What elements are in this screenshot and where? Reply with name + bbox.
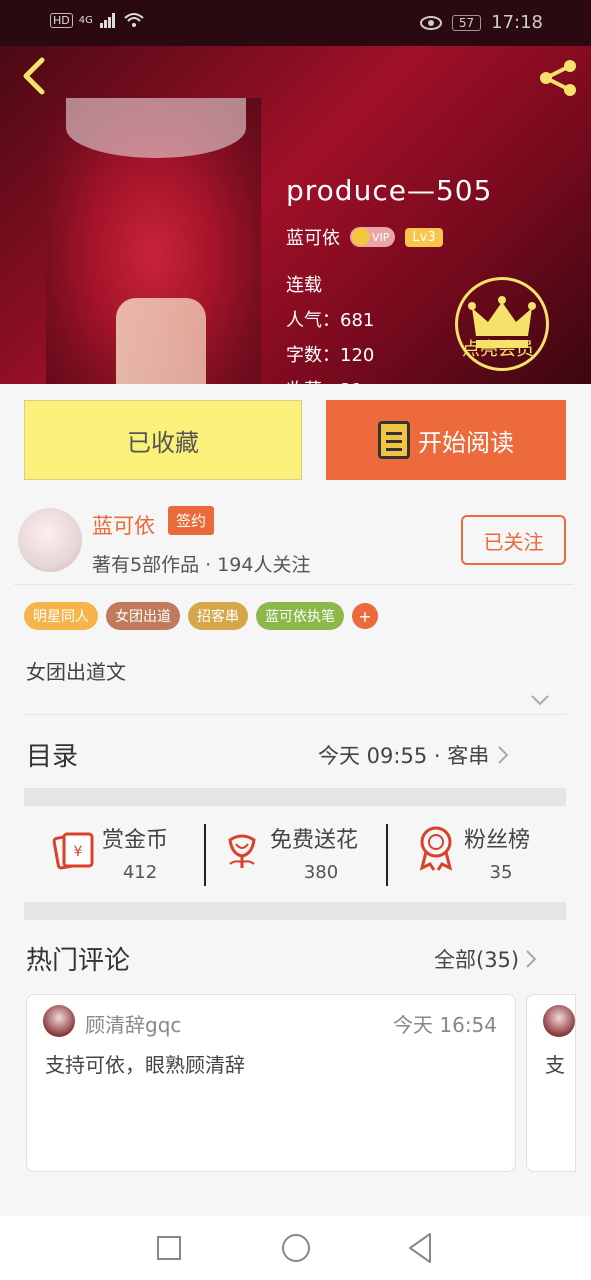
support-stats: ¥ 赏金币 412 免费送花 380 粉丝榜 35 [24,806,566,886]
vip-badge: VIP [350,227,396,247]
eye-icon [419,15,442,30]
author-meta: 著有5部作品 · 194人关注 [92,554,311,576]
book-favorites: 收藏：21 [286,376,363,384]
comment-card[interactable]: 支 [526,994,576,1172]
follow-button[interactable]: 已关注 [461,515,566,565]
book-word-count: 字数：120 [286,345,375,366]
main-content: 已收藏 开始阅读 蓝可依 签约 著有5部作品 · 194人关注 已关注 明星同人… [0,384,591,1216]
book-icon [378,421,410,459]
book-popularity: 人气：681 [286,310,375,331]
tag-item[interactable]: 明星同人 [24,602,98,630]
book-author[interactable]: 蓝可依 [286,224,340,250]
clock: 17:18 [491,12,543,33]
chevron-left-icon[interactable] [16,56,56,96]
author-avatar[interactable] [18,508,82,572]
tag-item[interactable]: 蓝可依执笔 [256,602,344,630]
vip-label: VIP [372,230,390,244]
medal-icon [419,826,453,871]
status-bar: HD 4G 57 17:18 [0,0,591,46]
toc-latest-update[interactable]: 今天 09:55 · 客串 [318,740,509,770]
signed-badge: 签约 [168,506,215,535]
network-indicator: 4G [78,14,93,26]
crown-icon [352,228,370,246]
level-badge: Lv3 [405,227,443,247]
signal-icon [99,13,115,28]
hd-indicator: HD [50,12,73,28]
cover-art-figure [116,298,206,384]
start-reading-button[interactable]: 开始阅读 [326,400,566,480]
chevron-down-icon[interactable] [530,690,550,710]
stat-value: 35 [489,862,513,883]
stat-label: 赏金币 [102,828,169,853]
stat-label: 粉丝榜 [464,828,531,853]
toc-title[interactable]: 目录 [26,736,78,773]
toc-update-text: 今天 09:55 · 客串 [318,744,490,768]
stat-value: 380 [303,862,339,883]
system-nav-bar [0,1216,591,1280]
divider [24,714,566,715]
fan-ranking-button[interactable]: 粉丝榜 35 [388,806,566,884]
section-separator [24,788,566,806]
favorited-button[interactable]: 已收藏 [24,400,302,480]
comment-text: 支持可依，眼熟顾清辞 [45,1053,245,1077]
commenter-name[interactable]: 顾清辞gqc [85,1009,181,1038]
commenter-avatar[interactable] [543,1005,575,1037]
tag-item[interactable]: 女团出道 [106,602,180,630]
red-envelope-icon: ¥ [52,832,94,870]
hot-comments-title: 热门评论 [26,946,131,976]
comment-card[interactable]: 顾清辞gqc 今天 16:54 支持可依，眼熟顾清辞 [26,994,516,1172]
author-name[interactable]: 蓝可依 [92,510,155,540]
wifi-icon [124,13,144,27]
flower-icon [228,834,256,868]
chevron-right-icon [498,746,509,764]
battery-indicator: 57 [451,14,482,31]
stat-label: 免费送花 [270,828,359,853]
stat-value: 412 [122,862,158,883]
member-cta[interactable]: 点亮会员 [462,335,534,361]
tag-item[interactable]: 招客串 [188,602,248,630]
all-comments-link[interactable]: 全部(35) [434,944,537,974]
start-reading-label: 开始阅读 [418,428,514,457]
book-author-row: 蓝可依 VIP Lv3 [286,224,443,250]
chevron-right-icon [526,950,537,968]
book-header: produce—505 蓝可依 VIP Lv3 连载 人气：681 字数：120… [0,46,591,384]
book-cover[interactable] [46,98,261,384]
home-button[interactable] [282,1234,310,1262]
commenter-avatar[interactable] [43,1005,75,1037]
tag-list: 明星同人 女团出道 招客串 蓝可依执笔 + [24,602,378,630]
section-separator [24,902,566,920]
reward-coins-button[interactable]: ¥ 赏金币 412 [24,806,204,884]
comment-text: 支 [545,1053,565,1077]
recent-apps-button[interactable] [157,1236,181,1260]
cover-art-top [66,98,246,158]
share-icon[interactable] [534,54,582,102]
book-status: 连载 [286,275,322,296]
divider [14,584,574,585]
book-title: produce—505 [286,174,493,207]
all-comments-label: 全部(35) [434,948,520,972]
book-intro: 女团出道文 [26,660,126,684]
status-right: 57 17:18 [419,12,543,33]
add-tag-button[interactable]: + [352,603,378,629]
svg-text:¥: ¥ [74,844,83,860]
back-triangle-icon[interactable] [406,1232,434,1264]
comment-time: 今天 16:54 [393,1013,497,1037]
status-left: HD 4G [50,12,145,28]
free-flower-button[interactable]: 免费送花 380 [206,806,386,884]
